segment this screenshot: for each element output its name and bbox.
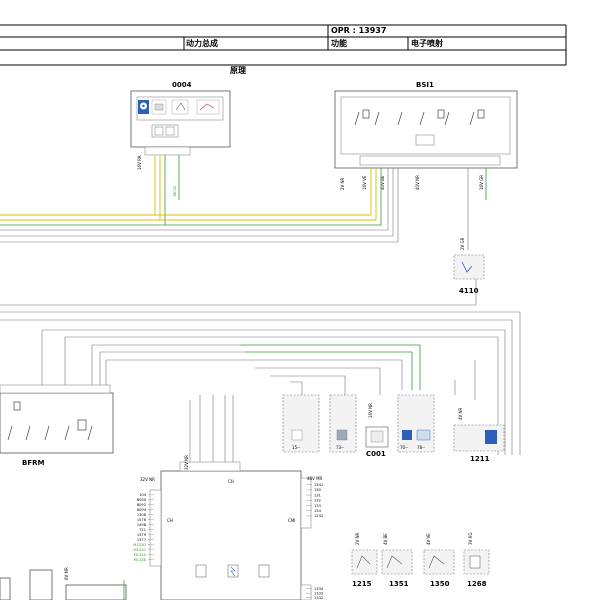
c0004-connector: 16V RA bbox=[137, 155, 142, 170]
ecu-left-pin: M132B bbox=[134, 558, 147, 562]
ecu-left-pin: 104 bbox=[139, 493, 147, 497]
svg-text:CH: CH bbox=[228, 479, 234, 484]
ecu-right-pin: 134 bbox=[314, 509, 322, 513]
bfrm-label: BFRM bbox=[22, 459, 45, 467]
ecu-left-pin: 8092 bbox=[137, 503, 146, 507]
bottom-left-block bbox=[65, 584, 127, 600]
c1351: 4V BE 1351 bbox=[381, 533, 413, 588]
svg-text:2V NR: 2V NR bbox=[355, 532, 360, 545]
gauge-icon bbox=[138, 100, 149, 114]
box15 bbox=[282, 394, 320, 453]
svg-text:16V NR: 16V NR bbox=[368, 403, 373, 418]
svg-text:78--: 78-- bbox=[417, 445, 426, 450]
c4110-box bbox=[453, 254, 485, 280]
c1268: 3V RG 1268 bbox=[463, 533, 490, 588]
ecu-left-pin: 1306 bbox=[137, 513, 147, 517]
svg-text:1215: 1215 bbox=[352, 580, 372, 588]
bsi1-inner bbox=[340, 96, 511, 155]
ecu-bottom-pin: 1333 bbox=[314, 592, 323, 596]
svg-text:2V GR: 2V GR bbox=[460, 237, 465, 250]
fuse-icon bbox=[291, 429, 303, 441]
svg-text:1268: 1268 bbox=[467, 580, 487, 588]
svg-text:CMI: CMI bbox=[288, 518, 295, 523]
ecu-right-pin: 1232 bbox=[314, 514, 323, 518]
box70-78 bbox=[397, 394, 435, 453]
ecu-left-pin: M132D bbox=[133, 543, 146, 547]
c1211-label: 1211 bbox=[470, 455, 490, 463]
ecu-left-pin: 8090 bbox=[137, 498, 147, 502]
bsi1-module-icon bbox=[415, 134, 435, 146]
svg-text:2V NR: 2V NR bbox=[340, 177, 345, 190]
svg-text:32V NR: 32V NR bbox=[184, 455, 189, 470]
svg-text:48V MR: 48V MR bbox=[307, 476, 323, 481]
c001-label: C001 bbox=[366, 450, 386, 458]
ecu-bottom-pin: 1332 bbox=[314, 596, 323, 600]
relay-icon bbox=[196, 99, 220, 115]
svg-text:73--: 73-- bbox=[336, 445, 345, 450]
svg-text:MC30: MC30 bbox=[173, 185, 177, 196]
svg-text:4V BE: 4V BE bbox=[383, 533, 388, 545]
c1215: 2V NR 1215 bbox=[351, 532, 378, 588]
ecu-left-pin: 1576 bbox=[137, 518, 147, 522]
svg-text:16V GR: 16V GR bbox=[479, 175, 484, 190]
bsi1-label: BSI1 bbox=[416, 81, 434, 89]
c0004-label: 0004 bbox=[172, 81, 192, 89]
ecu-left-pin: 8094 bbox=[137, 508, 147, 512]
ecu-left-pin: M132C bbox=[134, 548, 147, 552]
ecu-right-pin: 131 bbox=[314, 493, 321, 497]
svg-text:CH: CH bbox=[167, 518, 173, 523]
svg-text:6V MR: 6V MR bbox=[64, 567, 69, 580]
ecu-left-pin: M132A bbox=[134, 553, 147, 557]
svg-text:3V RG: 3V RG bbox=[468, 533, 473, 545]
ecu-right-pin: 130 bbox=[314, 488, 322, 492]
svg-text:16V VE: 16V VE bbox=[362, 175, 367, 190]
wiring-diagram: .frame { fill:none; stroke:#555; stroke-… bbox=[0, 81, 521, 600]
svg-text:4V NR: 4V NR bbox=[458, 407, 463, 420]
ecu-left-pin: 1498 bbox=[137, 523, 147, 527]
svg-text:32V NR: 32V NR bbox=[140, 477, 155, 482]
ecu-box bbox=[160, 470, 302, 600]
svg-text:1351: 1351 bbox=[389, 580, 409, 588]
bsi1-connector-strip bbox=[359, 155, 501, 166]
svg-text:4V VE: 4V VE bbox=[426, 533, 431, 545]
c4110-label: 4110 bbox=[459, 287, 479, 295]
svg-text:70--: 70-- bbox=[400, 445, 409, 450]
ecu-right-pin: 1341 bbox=[314, 483, 323, 487]
ecu-bottom-pin: 1334 bbox=[314, 587, 324, 591]
ecu-right-pin: 132 bbox=[314, 499, 321, 503]
ecu-right-pin: 133 bbox=[314, 504, 321, 508]
ecu-left-pin: 1379 bbox=[137, 533, 147, 537]
svg-text:40V NR: 40V NR bbox=[415, 175, 420, 190]
bfrm-relays bbox=[7, 401, 93, 441]
svg-text:15--: 15-- bbox=[292, 445, 301, 450]
c1350: 4V VE 1350 bbox=[423, 533, 455, 588]
ecu-left-pin: 721 bbox=[139, 528, 146, 532]
box73 bbox=[329, 394, 357, 453]
svg-text:1350: 1350 bbox=[430, 580, 450, 588]
switch-icon bbox=[171, 99, 189, 115]
ecu-left-pin: 1377 bbox=[137, 538, 146, 542]
